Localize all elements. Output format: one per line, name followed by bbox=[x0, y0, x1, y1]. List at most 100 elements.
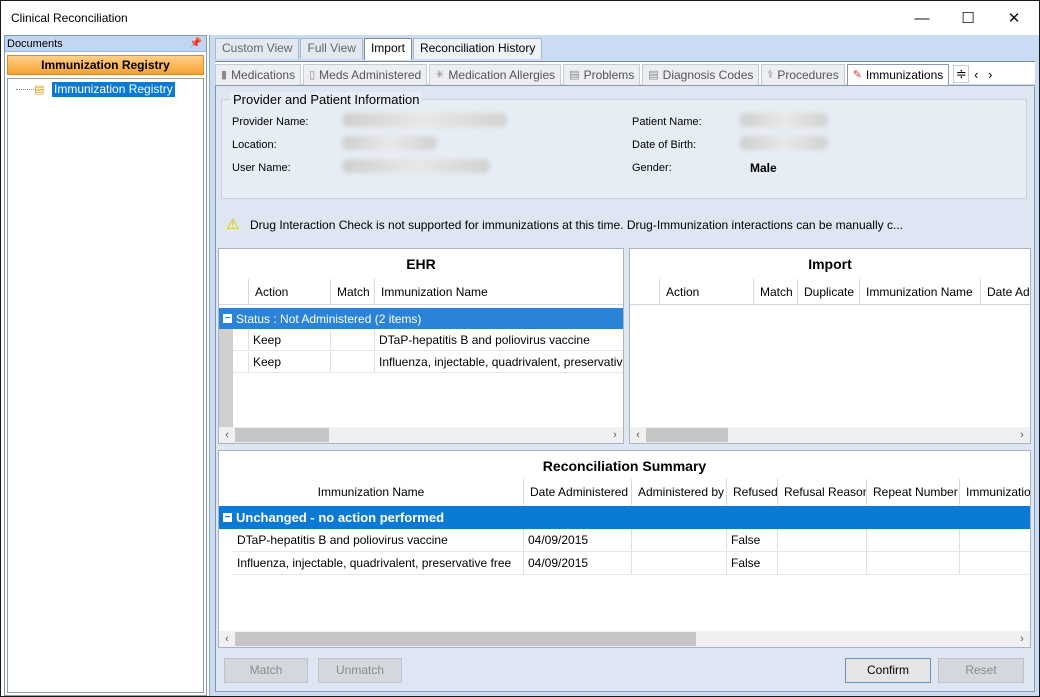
match-button[interactable]: Match bbox=[224, 658, 308, 683]
summary-row-refused: False bbox=[727, 552, 778, 574]
ehr-row-name: DTaP-hepatitis B and poliovirus vaccine bbox=[379, 333, 590, 347]
gender-label: Gender: bbox=[632, 162, 672, 174]
scroll-left-icon[interactable]: ‹ bbox=[969, 67, 983, 82]
summary-row-repeat-number bbox=[867, 529, 960, 551]
scroll-left-icon[interactable]: ‹ bbox=[219, 429, 235, 441]
minimize-button[interactable]: — bbox=[899, 1, 945, 35]
user-name-label: User Name: bbox=[232, 162, 291, 174]
overflow-tab-icon[interactable]: ≑ bbox=[953, 65, 970, 83]
summary-horizontal-scrollbar[interactable]: ‹ › bbox=[219, 631, 1030, 647]
reset-button[interactable]: Reset bbox=[938, 658, 1024, 683]
summary-col-immunization-name[interactable]: Immunization Name bbox=[219, 479, 524, 505]
table-row[interactable]: Keep Influenza, injectable, quadrivalent… bbox=[233, 352, 623, 373]
summary-column-header: Immunization Name Date Administered Admi… bbox=[219, 479, 1030, 505]
summary-row-immunization bbox=[960, 552, 1030, 574]
summary-scroll-thumb[interactable] bbox=[235, 632, 696, 646]
syringe-icon: ✎ bbox=[852, 68, 862, 81]
import-horizontal-scrollbar[interactable]: ‹ › bbox=[630, 427, 1030, 443]
summary-row-immunization bbox=[960, 529, 1030, 551]
summary-col-repeat-number[interactable]: Repeat Number bbox=[867, 479, 960, 505]
allergy-icon: ✳ bbox=[435, 68, 445, 81]
caduceus-icon: ⚕ bbox=[767, 68, 774, 81]
patient-name-label: Patient Name: bbox=[632, 116, 702, 128]
ehr-row-action[interactable]: Keep bbox=[249, 352, 331, 372]
import-col-duplicate[interactable]: Duplicate bbox=[798, 279, 860, 304]
documents-tree: ▤ Immunization Registry bbox=[7, 78, 204, 693]
import-panel: Import Action Match Duplicate Immunizati… bbox=[629, 248, 1031, 444]
ehr-col-action[interactable]: Action bbox=[249, 279, 331, 304]
dob-value-redacted bbox=[740, 136, 828, 150]
summary-group-row[interactable]: − Unchanged - no action performed bbox=[219, 506, 1030, 529]
ehr-row-indicator-strip bbox=[219, 329, 233, 429]
ehr-col-immunization-name[interactable]: Immunization Name bbox=[375, 279, 623, 304]
unmatch-button[interactable]: Unmatch bbox=[318, 658, 402, 683]
tab-medication-allergies[interactable]: ✳ Medication Allergies bbox=[429, 64, 562, 85]
summary-row-name: Influenza, injectable, quadrivalent, pre… bbox=[233, 552, 524, 574]
tab-immunizations[interactable]: ✎ Immunizations bbox=[846, 64, 950, 85]
tab-diagnosis-codes[interactable]: ▤ Diagnosis Codes bbox=[642, 64, 760, 85]
immunizations-content: Provider and Patient Information Provide… bbox=[215, 85, 1035, 692]
import-column-header: Action Match Duplicate Immunization Name… bbox=[630, 279, 1030, 305]
scroll-right-icon[interactable]: › bbox=[607, 429, 623, 441]
scroll-left-icon[interactable]: ‹ bbox=[219, 633, 235, 645]
summary-col-refusal-reason[interactable]: Refusal Reason bbox=[778, 479, 867, 505]
view-tabs: Custom View Full View Import Reconciliat… bbox=[215, 38, 543, 60]
location-label: Location: bbox=[232, 139, 277, 151]
summary-col-administered-by[interactable]: Administered by bbox=[632, 479, 727, 505]
main-pane: Custom View Full View Import Reconciliat… bbox=[209, 35, 1039, 696]
table-row[interactable]: Keep DTaP-hepatitis B and poliovirus vac… bbox=[233, 330, 623, 351]
user-name-value-redacted bbox=[342, 159, 490, 173]
tab-procedures[interactable]: ⚕ Procedures bbox=[761, 64, 845, 85]
table-row[interactable]: DTaP-hepatitis B and poliovirus vaccine … bbox=[233, 529, 1030, 552]
ehr-horizontal-scrollbar[interactable]: ‹ › bbox=[219, 427, 623, 443]
tab-meds-administered[interactable]: ▯ Meds Administered bbox=[303, 64, 428, 85]
collapse-icon[interactable]: − bbox=[223, 314, 232, 324]
ehr-group-row[interactable]: − Status : Not Administered (2 items) bbox=[219, 308, 623, 329]
tab-full-view[interactable]: Full View bbox=[300, 38, 363, 59]
import-title: Import bbox=[808, 256, 852, 272]
confirm-button[interactable]: Confirm bbox=[845, 658, 931, 683]
scroll-right-icon[interactable]: › bbox=[1014, 429, 1030, 441]
import-col-immunization-name[interactable]: Immunization Name bbox=[860, 279, 981, 304]
documents-pane: Documents 📌 Immunization Registry ▤ Immu… bbox=[4, 35, 207, 696]
import-col-date-administered[interactable]: Date Adr bbox=[981, 279, 1030, 304]
scroll-right-icon[interactable]: › bbox=[1014, 633, 1030, 645]
document-stack-icon: ▤ bbox=[34, 84, 45, 96]
summary-col-date-administered[interactable]: Date Administered bbox=[524, 479, 632, 505]
row-indent bbox=[233, 352, 249, 372]
tab-custom-view[interactable]: Custom View bbox=[215, 38, 300, 59]
tab-import[interactable]: Import bbox=[363, 38, 412, 60]
ehr-scroll-thumb[interactable] bbox=[235, 428, 329, 442]
ehr-title: EHR bbox=[406, 256, 436, 272]
ehr-row-action[interactable]: Keep bbox=[249, 330, 331, 350]
tab-problems[interactable]: ▤ Problems bbox=[563, 64, 641, 85]
import-col-action[interactable]: Action bbox=[660, 279, 754, 304]
summary-col-immunization[interactable]: Immunizatio bbox=[960, 479, 1030, 505]
ehr-column-header: Action Match Immunization Name bbox=[219, 279, 623, 305]
window-title: Clinical Reconciliation bbox=[11, 11, 128, 25]
tab-reconciliation-history[interactable]: Reconciliation History bbox=[412, 38, 543, 59]
tree-item-immunization-registry[interactable]: Immunization Registry bbox=[52, 82, 175, 97]
ehr-group-label: Status : Not Administered (2 items) bbox=[236, 311, 422, 326]
warning-text: Drug Interaction Check is not supported … bbox=[250, 217, 903, 232]
import-col-match[interactable]: Match bbox=[754, 279, 798, 304]
summary-row-refused: False bbox=[727, 529, 778, 551]
collapse-icon[interactable]: − bbox=[223, 513, 232, 523]
ehr-panel: EHR Action Match Immunization Name − Sta… bbox=[218, 248, 624, 444]
ehr-col-match[interactable]: Match bbox=[331, 279, 375, 304]
summary-col-refused[interactable]: Refused bbox=[727, 479, 778, 505]
table-row[interactable]: Influenza, injectable, quadrivalent, pre… bbox=[233, 552, 1030, 575]
ehr-row-name: Influenza, injectable, quadrivalent, pre… bbox=[379, 355, 623, 369]
maximize-button[interactable]: ☐ bbox=[945, 1, 991, 35]
import-scroll-thumb[interactable] bbox=[646, 428, 728, 442]
close-button[interactable]: ✕ bbox=[991, 1, 1037, 35]
tab-medications[interactable]: ▮ Medications bbox=[215, 64, 302, 85]
scroll-right-icon[interactable]: › bbox=[983, 67, 997, 82]
pin-icon[interactable]: 📌 bbox=[190, 36, 202, 52]
ehr-row-match bbox=[331, 352, 375, 372]
drug-interaction-warning: ⚠ Drug Interaction Check is not supporte… bbox=[226, 217, 903, 232]
summary-group-label: Unchanged - no action performed bbox=[236, 510, 445, 525]
vial-icon: ▯ bbox=[309, 68, 316, 81]
scroll-left-icon[interactable]: ‹ bbox=[630, 429, 646, 441]
summary-row-refusal-reason bbox=[778, 529, 867, 551]
